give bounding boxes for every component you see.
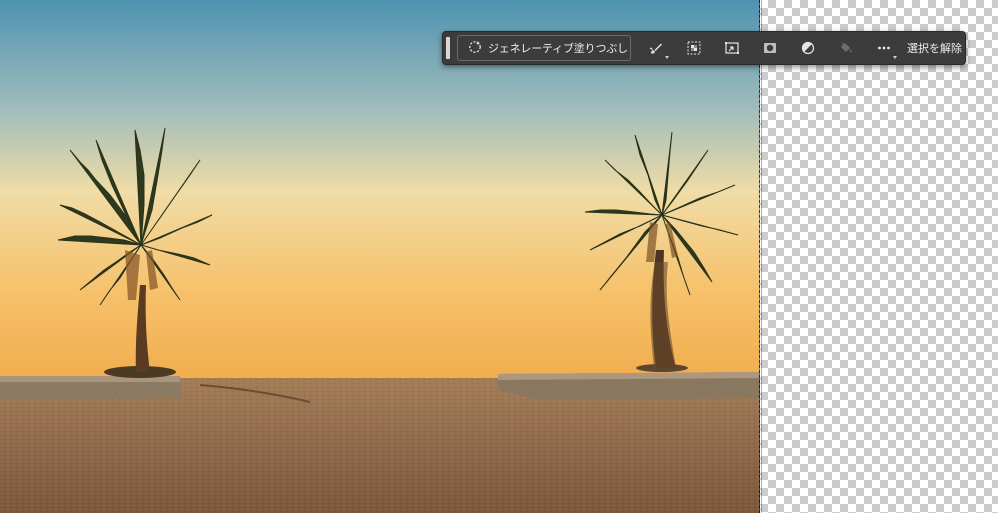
transform-icon xyxy=(724,40,740,56)
deselect-button[interactable]: 選択を解除 xyxy=(907,40,962,56)
layer-mask-button[interactable] xyxy=(751,34,789,62)
taskbar-drag-handle[interactable] xyxy=(446,37,450,59)
layer-mask-icon xyxy=(762,40,778,56)
adjustment-icon xyxy=(800,40,816,56)
generative-fill-button[interactable]: ジェネレーティブ塗りつぶし xyxy=(457,35,631,61)
more-options-button[interactable] xyxy=(865,34,903,62)
contextual-taskbar: ジェネレーティブ塗りつぶし 選択を解除 xyxy=(442,31,966,65)
generative-fill-label: ジェネレーティブ塗りつぶし xyxy=(488,42,628,55)
brush-tool-button[interactable] xyxy=(637,34,675,62)
generative-fill-icon xyxy=(468,40,482,57)
brush-dropdown-caret[interactable] xyxy=(665,56,669,59)
select-subject-icon xyxy=(686,40,702,56)
more-icon xyxy=(876,40,892,56)
paint-bucket-icon xyxy=(838,40,854,56)
document-canvas[interactable]: ジェネレーティブ塗りつぶし 選択を解除 xyxy=(0,0,998,513)
beach-photo xyxy=(0,0,760,513)
adjustment-button[interactable] xyxy=(789,34,827,62)
brush-icon xyxy=(648,40,664,56)
selection-marquee[interactable] xyxy=(759,0,761,513)
paint-bucket-button[interactable] xyxy=(827,34,865,62)
more-dropdown-caret[interactable] xyxy=(893,56,897,59)
transparent-checkerboard-area xyxy=(760,0,998,513)
transform-button[interactable] xyxy=(713,34,751,62)
select-subject-button[interactable] xyxy=(675,34,713,62)
